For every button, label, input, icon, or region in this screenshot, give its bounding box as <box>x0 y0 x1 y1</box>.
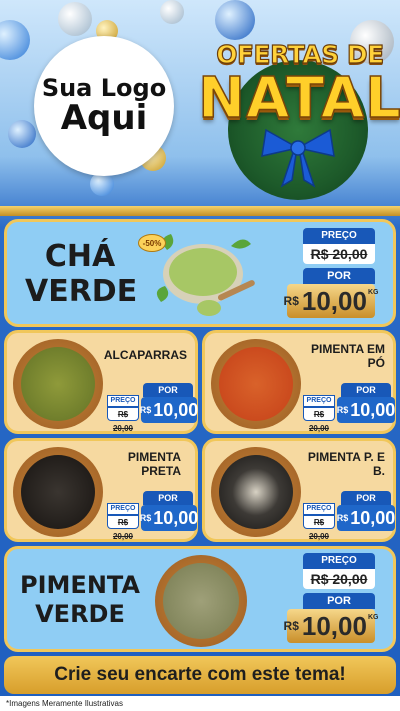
old-price-label: PREÇO <box>303 503 335 515</box>
new-price-label: POR <box>303 268 375 284</box>
footnote: *Imagens Meramente Ilustrativas <box>0 696 400 711</box>
old-price-label: PREÇO <box>107 503 139 515</box>
new-price-label: POR <box>143 491 193 505</box>
featured-product-card[interactable]: PIMENTA VERDE PREÇO R$ 20,00 POR R$ 10,0… <box>4 546 396 652</box>
new-price: 10,00 <box>350 507 396 528</box>
old-price-label: PREÇO <box>303 553 375 569</box>
cta-banner[interactable]: Crie seu encarte com este tema! <box>4 656 396 694</box>
featured-product-card[interactable]: CHÁ VERDE -50% PREÇO R$ 20,00 POR R$ 10,… <box>4 219 396 327</box>
product-name-line1: PIMENTA <box>20 571 140 599</box>
new-price-box: R$ 10,00 <box>337 397 395 423</box>
product-name: ALCAPARRAS <box>103 348 187 362</box>
logo-placeholder: Sua Logo Aqui <box>34 36 174 176</box>
old-price: R$ 20,00 <box>303 569 375 589</box>
old-price-label: PREÇO <box>107 395 139 407</box>
product-image <box>155 555 247 647</box>
product-fill <box>219 455 293 529</box>
product-fill <box>21 347 95 421</box>
old-price: R$ 20,00 <box>107 515 139 541</box>
discount-badge: -50% <box>138 234 166 252</box>
product-card[interactable]: ALCAPARRAS PREÇO R$ 20,00 POR R$ 10,00 <box>4 330 198 434</box>
new-price-box: R$ 10,00 KG <box>283 609 378 643</box>
product-fill <box>219 347 293 421</box>
product-image <box>13 447 103 537</box>
product-card[interactable]: PIMENTA PRETA PREÇO R$ 20,00 POR R$ 10,0… <box>4 438 198 542</box>
old-price-label: PREÇO <box>303 395 335 407</box>
ornament-ball-icon <box>8 120 36 148</box>
product-fill <box>163 563 239 639</box>
old-price-label: PREÇO <box>303 228 375 244</box>
product-name-line1: CHÁ <box>44 239 116 274</box>
ornament-ball-icon <box>0 20 30 60</box>
product-card[interactable]: PIMENTA P. E B. PREÇO R$ 20,00 POR R$ 10… <box>202 438 396 542</box>
new-price: 10,00 <box>301 285 367 316</box>
new-price-label: POR <box>341 491 391 505</box>
product-image <box>211 339 301 429</box>
bow-icon <box>261 128 335 188</box>
product-name-line2: VERDE <box>35 599 125 628</box>
old-price: R$ 20,00 <box>107 407 139 433</box>
currency: R$ <box>283 619 299 633</box>
product-name-line2: VERDE <box>25 273 138 309</box>
new-price: 10,00 <box>153 507 199 528</box>
new-price-box: R$ 10,00 <box>139 505 199 531</box>
logo-line1: Sua Logo <box>41 73 167 102</box>
currency: R$ <box>139 513 152 523</box>
title-line1: OFERTAS DE <box>216 39 385 69</box>
product-fill <box>21 455 95 529</box>
currency: R$ <box>336 513 349 523</box>
product-name: PIMENTA PRETA <box>127 450 181 478</box>
new-price-label: POR <box>143 383 193 397</box>
product-image <box>13 339 103 429</box>
new-price: 10,00 <box>153 399 199 420</box>
product-name: PIMENTA EM PÓ <box>311 342 385 370</box>
product-image <box>211 447 301 537</box>
new-price-label: POR <box>303 593 375 609</box>
product-name: CHÁ VERDE <box>25 239 138 309</box>
old-price: R$ 20,00 <box>303 244 375 264</box>
new-price-box: R$ 10,00 <box>337 505 395 531</box>
old-price: R$ 20,00 <box>303 407 335 433</box>
ornament-ball-icon <box>58 2 92 36</box>
ornament-ball-icon <box>160 0 184 24</box>
new-price: 10,00 <box>350 399 396 420</box>
logo-line2: Aqui <box>60 97 148 138</box>
unit: KG <box>367 289 379 296</box>
old-price: R$ 20,00 <box>303 515 335 541</box>
new-price: 10,00 <box>301 610 367 641</box>
header-banner: Sua Logo Aqui OFERTAS DE NATAL <box>0 0 400 208</box>
new-price-box: R$ 10,00 KG <box>283 284 378 318</box>
unit: KG <box>367 614 379 621</box>
currency: R$ <box>336 405 349 415</box>
divider <box>0 206 400 216</box>
currency: R$ <box>283 294 299 308</box>
product-card[interactable]: PIMENTA EM PÓ PREÇO R$ 20,00 POR R$ 10,0… <box>202 330 396 434</box>
product-name: PIMENTA P. E B. <box>307 450 385 478</box>
new-price-box: R$ 10,00 <box>139 397 199 423</box>
new-price-label: POR <box>341 383 391 397</box>
ornament-ball-icon <box>215 0 255 40</box>
currency: R$ <box>139 405 152 415</box>
product-name: PIMENTA VERDE <box>13 571 147 629</box>
